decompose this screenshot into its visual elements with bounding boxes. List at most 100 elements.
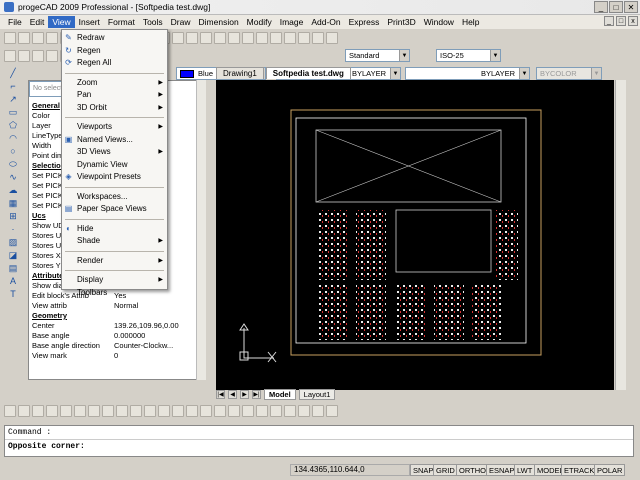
menu-edit[interactable]: Edit <box>26 16 49 28</box>
toolbar-button-20[interactable] <box>270 32 282 44</box>
view-menu-item-workspaces[interactable]: Workspaces... <box>62 191 167 202</box>
menu-insert[interactable]: Insert <box>75 16 104 28</box>
layer-tool-button-4[interactable] <box>46 50 58 62</box>
minimize-button[interactable]: _ <box>594 1 608 13</box>
bottom-toolbar-button-3[interactable] <box>32 405 44 417</box>
property-value[interactable]: 139.26,109.96,0.00 <box>112 321 205 331</box>
menu-format[interactable]: Format <box>104 16 139 28</box>
polygon-tool-icon[interactable]: ⬠ <box>7 120 19 131</box>
bottom-toolbar-button-18[interactable] <box>242 405 254 417</box>
property-value[interactable]: Counter-Clockw... <box>112 341 205 351</box>
canvas-vertical-scrollbar[interactable] <box>615 80 626 390</box>
circle-tool-icon[interactable]: ○ <box>7 146 19 157</box>
menu-window[interactable]: Window <box>420 16 458 28</box>
menu-add-on[interactable]: Add-On <box>307 16 344 28</box>
menu-tools[interactable]: Tools <box>139 16 167 28</box>
table-tool-icon[interactable]: ▤ <box>7 263 19 274</box>
bottom-toolbar-button-2[interactable] <box>18 405 30 417</box>
menu-help[interactable]: Help <box>458 16 483 28</box>
view-menu-item-paper-space-views[interactable]: ▤ Paper Space Views <box>62 203 167 214</box>
tab-layout1[interactable]: Layout1 <box>298 389 336 400</box>
view-menu-item-display[interactable]: Display ▶ <box>62 274 167 285</box>
view-menu-item-dynamic-view[interactable]: Dynamic View <box>62 159 167 170</box>
toolbar-button-16[interactable] <box>214 32 226 44</box>
bottom-toolbar-button-9[interactable] <box>116 405 128 417</box>
view-menu-item-render[interactable]: Render ▶ <box>62 255 167 266</box>
command-prompt[interactable]: Command : <box>5 426 633 439</box>
tab-drawing1[interactable]: Drawing1 <box>216 67 264 79</box>
view-menu-item-zoom[interactable]: Zoom ▶ <box>62 77 167 88</box>
menu-dimension[interactable]: Dimension <box>195 16 243 28</box>
polyline-tool-icon[interactable]: ⌐ <box>7 81 19 92</box>
bottom-toolbar-button-1[interactable] <box>4 405 16 417</box>
property-row[interactable]: Base angle direction Counter-Clockw... <box>30 341 205 351</box>
doc-minimize-button[interactable]: _ <box>604 16 614 26</box>
bottom-toolbar-button-17[interactable] <box>228 405 240 417</box>
status-ortho-toggle[interactable]: ORTHO <box>456 464 489 476</box>
dim-style-select[interactable]: ISO-25 ▼ <box>436 49 501 62</box>
toolbar-button-22[interactable] <box>298 32 310 44</box>
point-tool-icon[interactable]: · <box>7 224 19 235</box>
view-menu-item-redraw[interactable]: ✎ Redraw <box>62 32 167 43</box>
next-tab-button[interactable]: ▶ <box>240 390 249 399</box>
close-button[interactable]: ✕ <box>624 1 638 13</box>
toolbar-button-4[interactable] <box>46 32 58 44</box>
property-row[interactable]: View mark 0 <box>30 351 205 361</box>
menu-image[interactable]: Image <box>276 16 308 28</box>
view-menu-item-viewports[interactable]: Viewports ▶ <box>62 121 167 132</box>
last-tab-button[interactable]: ▶| <box>252 390 261 399</box>
hatch-tool-icon[interactable]: ▨ <box>7 237 19 248</box>
menu-view[interactable]: View <box>48 16 75 28</box>
line-tool-icon[interactable]: ╱ <box>7 68 19 79</box>
bottom-toolbar-button-19[interactable] <box>256 405 268 417</box>
drawing-canvas[interactable] <box>216 80 614 390</box>
spline-tool-icon[interactable]: ∿ <box>7 172 19 183</box>
bottom-toolbar-button-20[interactable] <box>270 405 282 417</box>
toolbar-button-18[interactable] <box>242 32 254 44</box>
bottom-toolbar-button-6[interactable] <box>74 405 86 417</box>
menu-print3d[interactable]: Print3D <box>383 16 419 28</box>
status-esnap-toggle[interactable]: ESNAP <box>486 464 518 476</box>
command-window[interactable]: Command : Opposite corner: <box>4 425 634 457</box>
menu-file[interactable]: File <box>4 16 26 28</box>
toolbar-button-15[interactable] <box>200 32 212 44</box>
bottom-toolbar-button-14[interactable] <box>186 405 198 417</box>
view-menu-item-hide[interactable]: ◐ Hide <box>62 223 167 234</box>
view-menu-item-shade[interactable]: Shade ▶ <box>62 235 167 246</box>
bottom-toolbar-button-8[interactable] <box>102 405 114 417</box>
menu-express[interactable]: Express <box>345 16 384 28</box>
property-row[interactable]: Base angle 0.000000 <box>30 331 205 341</box>
ray-tool-icon[interactable]: ↗ <box>7 94 19 105</box>
toolbar-button-21[interactable] <box>284 32 296 44</box>
toolbar-button-14[interactable] <box>186 32 198 44</box>
toolbar-button-24[interactable] <box>326 32 338 44</box>
toolbar-button-13[interactable] <box>172 32 184 44</box>
layer-tool-button-2[interactable] <box>18 50 30 62</box>
menu-draw[interactable]: Draw <box>167 16 195 28</box>
properties-scrollbar[interactable] <box>196 80 206 380</box>
property-value[interactable]: Normal <box>112 301 205 311</box>
property-value[interactable]: 0 <box>112 351 205 361</box>
bottom-toolbar-button-23[interactable] <box>312 405 324 417</box>
rectangle-tool-icon[interactable]: ▭ <box>7 107 19 118</box>
view-menu-item-regen[interactable]: ↻ Regen <box>62 45 167 56</box>
revcloud-tool-icon[interactable]: ☁ <box>7 185 19 196</box>
region-tool-icon[interactable]: ◪ <box>7 250 19 261</box>
layer-tool-button-3[interactable] <box>32 50 44 62</box>
mtext-tool-icon[interactable]: T <box>7 289 19 300</box>
tab-model[interactable]: Model <box>264 389 296 400</box>
toolbar-button-23[interactable] <box>312 32 324 44</box>
property-value[interactable] <box>112 311 205 321</box>
status-etrack-toggle[interactable]: ETRACK <box>561 464 598 476</box>
toolbar-button-3[interactable] <box>32 32 44 44</box>
insert-tool-icon[interactable]: ⊞ <box>7 211 19 222</box>
bottom-toolbar-button-22[interactable] <box>298 405 310 417</box>
view-menu-item-toolbars[interactable]: Toolbars <box>62 287 167 298</box>
toolbar-button-19[interactable] <box>256 32 268 44</box>
doc-restore-button[interactable]: □ <box>616 16 626 26</box>
doc-close-button[interactable]: x <box>628 16 638 26</box>
view-menu-item-3d-views[interactable]: 3D Views ▶ <box>62 146 167 157</box>
view-menu-item-pan[interactable]: Pan ▶ <box>62 89 167 100</box>
toolbar-button-17[interactable] <box>228 32 240 44</box>
first-tab-button[interactable]: |◀ <box>216 390 225 399</box>
